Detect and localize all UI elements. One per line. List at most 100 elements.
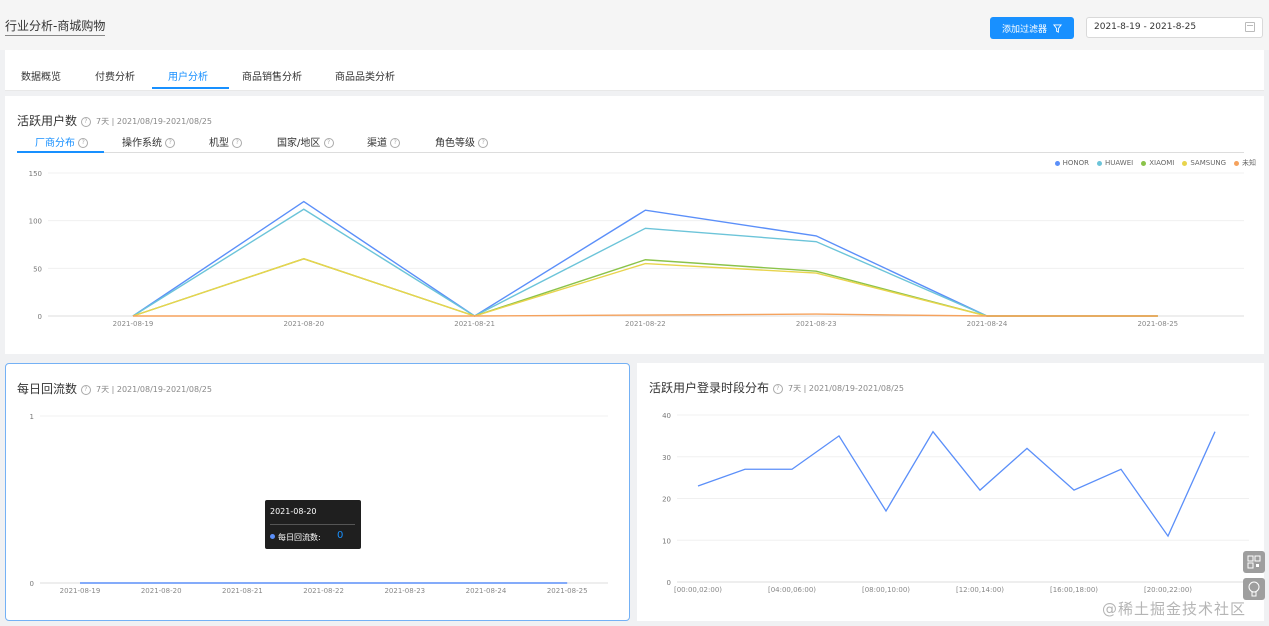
main-tabs: 数据概览 付费分析 用户分析 商品销售分析 商品品类分析 bbox=[5, 50, 1264, 91]
x-tick-label: 2021-08-20 bbox=[283, 320, 324, 328]
y-tick-label: 50 bbox=[33, 265, 42, 273]
x-tick-label: 2021-08-23 bbox=[796, 320, 837, 328]
y-tick-label: 100 bbox=[29, 218, 42, 226]
tab-product-sales-analysis[interactable]: 商品销售分析 bbox=[242, 68, 302, 83]
y-tick-label: 150 bbox=[29, 170, 42, 178]
tooltip-value: 0 bbox=[337, 530, 344, 541]
help-icon[interactable]: ? bbox=[80, 116, 91, 127]
x-tick-label: 2021-08-19 bbox=[113, 320, 154, 328]
tips-button[interactable] bbox=[1243, 578, 1265, 600]
x-tick-label: [20:00,22:00) bbox=[1144, 586, 1192, 594]
x-tick-label: [04:00,06:00) bbox=[768, 586, 816, 594]
legend-item[interactable]: SAMSUNG bbox=[1182, 158, 1226, 168]
chart-legend: HONOR HUAWEI XIAOMI SAMSUNG 未知 bbox=[1054, 158, 1256, 168]
x-tick-label: [08:00,10:00) bbox=[862, 586, 910, 594]
x-tick-label: 2021-08-19 bbox=[60, 587, 101, 595]
x-tick-label: 2021-08-20 bbox=[141, 587, 182, 595]
subtab-divider bbox=[17, 152, 1244, 153]
help-icon[interactable]: ? bbox=[165, 138, 176, 148]
y-tick-label: 40 bbox=[662, 412, 671, 420]
active-users-subtitle: 7天 | 2021/08/19-2021/08/25 bbox=[96, 117, 212, 126]
filter-icon bbox=[1053, 23, 1062, 33]
x-tick-label: [00:00,02:00) bbox=[674, 586, 722, 594]
legend-item[interactable]: XIAOMI bbox=[1141, 158, 1174, 168]
legend-label: XIAOMI bbox=[1149, 159, 1175, 167]
help-icon[interactable]: ? bbox=[78, 138, 89, 148]
x-tick-label: [12:00,14:00) bbox=[956, 586, 1004, 594]
subtab-vendor-label: 厂商分布 bbox=[35, 138, 75, 149]
tooltip-date: 2021-08-20 bbox=[270, 507, 317, 516]
series-line bbox=[132, 200, 1158, 317]
login-time-card: 活跃用户登录时段分布 ? 7天 | 2021/08/19-2021/08/25 … bbox=[637, 363, 1264, 621]
subtab-country-label: 国家/地区 bbox=[277, 138, 321, 149]
y-tick-label: 20 bbox=[662, 496, 671, 504]
subtab-model[interactable]: 机型 ? bbox=[209, 134, 243, 149]
subtab-channel[interactable]: 渠道 ? bbox=[367, 134, 401, 149]
subtab-channel-label: 渠道 bbox=[367, 138, 387, 149]
x-tick-label: 2021-08-21 bbox=[222, 587, 263, 595]
series-line bbox=[132, 208, 1158, 317]
legend-item[interactable]: HUAWEI bbox=[1097, 158, 1133, 168]
watermark: @稀土掘金技术社区 bbox=[1102, 600, 1247, 618]
subtab-role-level-label: 角色等级 bbox=[435, 138, 475, 149]
legend-item[interactable]: HONOR bbox=[1054, 158, 1090, 168]
help-icon[interactable]: ? bbox=[478, 138, 489, 148]
y-tick-label: 0 bbox=[667, 579, 671, 587]
page-title[interactable]: 行业分析-商城购物 bbox=[5, 17, 106, 36]
tab-data-overview[interactable]: 数据概览 bbox=[21, 68, 61, 83]
x-tick-label: [16:00,18:00) bbox=[1050, 586, 1098, 594]
subtab-country[interactable]: 国家/地区 ? bbox=[277, 134, 334, 149]
qrcode-icon bbox=[1247, 555, 1261, 569]
legend-swatch bbox=[1097, 160, 1103, 166]
daily-return-chart: 0 1 2021-08-19 2021-08-20 2021-08-21 2021-08-… bbox=[30, 413, 608, 595]
legend-label: HUAWEI bbox=[1105, 159, 1134, 167]
date-range-picker[interactable]: 2021-8-19 - 2021-8-25 bbox=[1086, 17, 1263, 38]
lightbulb-icon bbox=[1248, 581, 1260, 597]
legend-item[interactable]: 未知 bbox=[1234, 158, 1256, 168]
legend-swatch bbox=[1182, 160, 1188, 166]
x-tick-label: 2021-08-25 bbox=[1137, 320, 1178, 328]
calendar-icon[interactable] bbox=[1245, 22, 1255, 32]
legend-swatch bbox=[1141, 160, 1147, 166]
x-tick-label: 2021-08-22 bbox=[625, 320, 666, 328]
x-tick-label: 2021-08-21 bbox=[454, 320, 495, 328]
subtab-role-level[interactable]: 角色等级 ? bbox=[435, 134, 489, 149]
daily-return-card: 每日回流数 ? 7天 | 2021/08/19-2021/08/25 0 1 202… bbox=[5, 363, 630, 621]
active-tab-indicator bbox=[152, 87, 229, 89]
tab-product-category-analysis[interactable]: 商品品类分析 bbox=[335, 68, 395, 83]
qrcode-button[interactable] bbox=[1243, 551, 1265, 573]
legend-label: HONOR bbox=[1062, 159, 1090, 167]
help-icon[interactable]: ? bbox=[323, 138, 334, 148]
login-time-chart: 0 10 20 30 40 [00:00,02:00) [04:00,06:00) [08:0… bbox=[662, 412, 1249, 594]
add-filter-label: 添加过滤器 bbox=[1001, 24, 1047, 35]
active-users-card: 活跃用户数 ? 7天 | 2021/08/19-2021/08/25 厂商分布 … bbox=[5, 96, 1264, 354]
y-tick-label: 10 bbox=[662, 537, 671, 545]
active-subtab-indicator bbox=[17, 151, 104, 153]
x-tick-label: 2021-08-24 bbox=[466, 587, 507, 595]
tab-payment-analysis[interactable]: 付费分析 bbox=[95, 68, 135, 83]
subtab-os[interactable]: 操作系统 ? bbox=[122, 134, 176, 149]
x-tick-label: 2021-08-22 bbox=[303, 587, 344, 595]
tab-user-analysis[interactable]: 用户分析 bbox=[168, 68, 208, 83]
tooltip-series-dot bbox=[270, 534, 275, 539]
x-tick-label: 2021-08-24 bbox=[967, 320, 1008, 328]
x-tick-label: 2021-08-23 bbox=[384, 587, 425, 595]
subtab-vendor[interactable]: 厂商分布 ? bbox=[35, 134, 89, 149]
y-tick-label: 0 bbox=[38, 313, 42, 321]
help-icon[interactable]: ? bbox=[232, 138, 243, 148]
date-range-value: 2021-8-19 - 2021-8-25 bbox=[1094, 22, 1197, 32]
y-tick-label: 30 bbox=[662, 454, 671, 462]
active-users-title-text: 活跃用户数 bbox=[17, 114, 78, 128]
tooltip-divider bbox=[270, 524, 355, 525]
legend-label: 未知 bbox=[1242, 159, 1256, 167]
legend-swatch bbox=[1234, 160, 1239, 166]
active-users-title: 活跃用户数 ? bbox=[17, 112, 91, 129]
active-users-chart: 0 50 100 150 2021-08-19 2021-08-20 2021-08-21 2… bbox=[29, 170, 1244, 328]
add-filter-button[interactable]: 添加过滤器 bbox=[990, 17, 1074, 39]
y-tick-label: 1 bbox=[30, 413, 34, 421]
subtab-os-label: 操作系统 bbox=[122, 138, 162, 149]
legend-swatch bbox=[1054, 160, 1060, 166]
chart-tooltip: 2021-08-20 每日回流数: 0 bbox=[265, 500, 361, 549]
tooltip-label: 每日回流数: bbox=[278, 533, 321, 542]
help-icon[interactable]: ? bbox=[390, 138, 401, 148]
